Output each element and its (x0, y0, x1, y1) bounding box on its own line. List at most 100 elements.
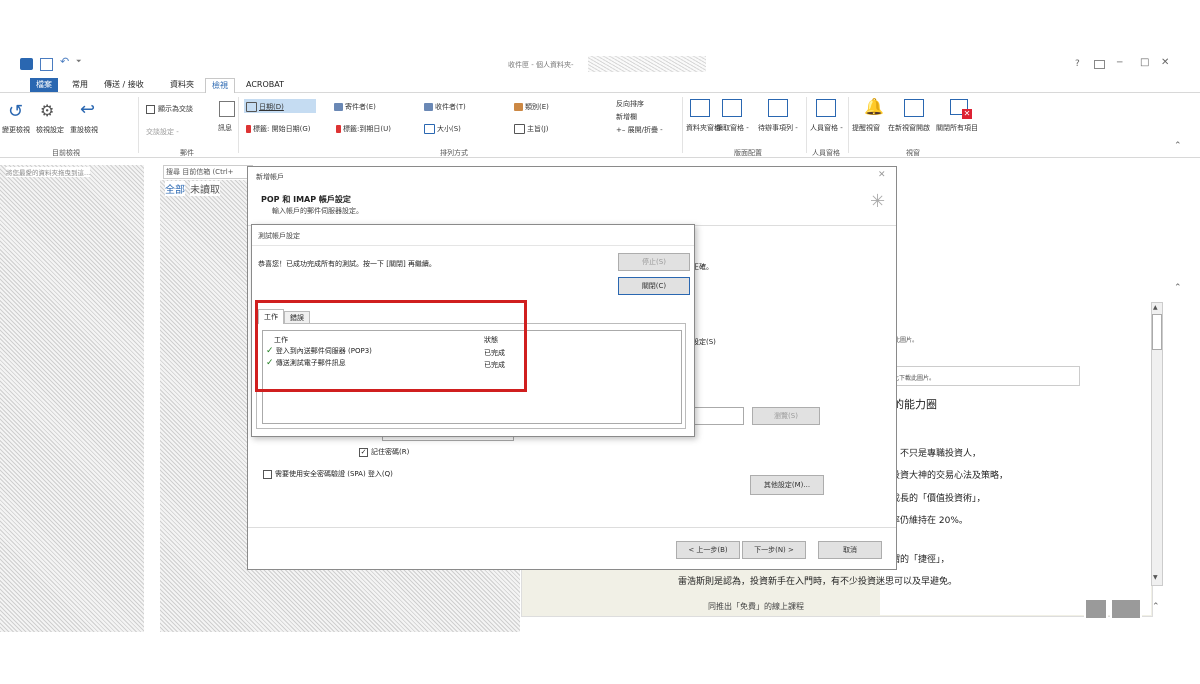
window-title: 收件匣 - 個人資料夾- (508, 61, 574, 69)
group-people-pane: 人員窗格 (812, 149, 840, 157)
close-window-button[interactable]: ✕ (1161, 57, 1169, 68)
show-as-conversations-checkbox[interactable]: 顯示為交談 (146, 104, 193, 114)
tab-file[interactable]: 檔案 (30, 78, 58, 92)
categories-icon (514, 103, 523, 111)
maximize-button[interactable]: □ (1140, 57, 1149, 68)
message-preview-icon (219, 101, 235, 117)
people-avatar (1110, 598, 1142, 620)
ribbon-separator (848, 97, 849, 153)
group-arrangement: 排列方式 (440, 149, 468, 157)
tab-acrobat[interactable]: ACROBAT (240, 78, 290, 92)
view-settings-button[interactable]: 檢視設定 (36, 125, 64, 135)
open-new-window-button[interactable]: 在新視窗開啟 (888, 123, 930, 133)
arrange-by-flag-start[interactable]: 標籤: 開始日期(G) (246, 124, 310, 134)
folder-pane-hint: 將您最愛的資料夾拖曳到這... (6, 167, 91, 177)
people-pane-icon (816, 99, 836, 117)
close-all-items-button[interactable]: 關閉所有項目 (936, 123, 978, 133)
reading-pane-button[interactable]: 讀取窗格 - (716, 123, 749, 133)
close-button[interactable]: 關閉(C) (618, 277, 690, 295)
change-view-icon: ↺ (8, 101, 24, 122)
minimize-button[interactable]: ─ (1117, 58, 1122, 68)
undo-icon[interactable]: ↶ (60, 55, 69, 68)
save-icon[interactable] (40, 58, 53, 71)
reset-view-button[interactable]: 重設檢視 (70, 125, 98, 135)
title-bar: ↶ ⏷ 收件匣 - 個人資料夾- ? ─ □ ✕ (0, 50, 1200, 78)
group-layout: 版面配置 (734, 149, 762, 157)
bell-icon: 🔔 (864, 97, 884, 116)
ribbon-separator (138, 97, 139, 153)
add-account-heading: POP 和 IMAP 帳戶設定 (261, 195, 351, 204)
tab-view[interactable]: 檢視 (205, 78, 235, 93)
reading-p7: 同推出「免費」的線上課程 (708, 602, 804, 611)
filter-all[interactable]: 全部 (165, 181, 185, 196)
title-redacted (588, 56, 706, 72)
bg-text-settings: 設定(S) (692, 338, 716, 346)
expand-people-pane-icon[interactable]: ⌃ (1152, 602, 1160, 612)
arrange-by-to[interactable]: 收件者(T) (424, 102, 466, 112)
todo-bar-icon (768, 99, 788, 117)
reverse-sort-button[interactable]: 反向排序 (616, 99, 644, 109)
arrange-by-subject[interactable]: 主旨(J) (514, 124, 549, 134)
people-icon (334, 103, 343, 111)
arrange-by-categories[interactable]: 類別(E) (514, 102, 549, 112)
more-settings-button[interactable]: 其他設定(M)... (750, 475, 824, 495)
help-button[interactable]: ? (1075, 59, 1080, 69)
tab-send-receive[interactable]: 傳送 / 接收 (98, 78, 150, 92)
flag-icon (336, 125, 341, 133)
todo-bar-button[interactable]: 待辦事項列 - (758, 123, 798, 133)
message-preview-button[interactable]: 訊息 (218, 123, 232, 133)
group-messages: 郵件 (180, 149, 194, 157)
browse-button[interactable]: 瀏覽(S) (752, 407, 820, 425)
arrange-by-from[interactable]: 寄件者(E) (334, 102, 376, 112)
collapse-ribbon-icon[interactable]: ⌃ (1174, 141, 1182, 151)
qat-customize-icon[interactable]: ⏷ (76, 57, 82, 66)
subject-icon (514, 124, 525, 134)
reminders-window-button[interactable]: 提醒視窗 (852, 123, 880, 133)
expand-collapse-button[interactable]: +– 展開/折疊 - (616, 125, 663, 135)
scroll-down-arrow-icon[interactable]: ▼ (1153, 574, 1158, 581)
arrange-by-size[interactable]: 大小(S) (424, 124, 461, 134)
reading-expand-icon[interactable]: ⌃ (1174, 283, 1182, 293)
filter-unread[interactable]: 未讀取 (190, 181, 220, 196)
test-success-message: 恭喜您！已成功完成所有的測試。按一下 [關閉] 再繼續。 (258, 260, 436, 268)
reading-p3: 定成長的「價值投資術」， (882, 494, 986, 504)
group-current-view: 目前檢視 (52, 149, 80, 157)
title-divider (252, 245, 694, 246)
wizard-sparkle-icon: ✳ (870, 191, 886, 212)
cancel-button[interactable]: 取消 (818, 541, 882, 559)
search-input[interactable]: 搜尋 目前信箱 (Ctrl+ (163, 165, 253, 179)
people-avatar (1084, 598, 1108, 620)
add-columns-button[interactable]: 新增欄 (616, 112, 637, 122)
tab-folder[interactable]: 資料夾 (164, 78, 200, 92)
flag-icon (246, 125, 251, 133)
add-account-close-icon[interactable]: ✕ (878, 170, 886, 180)
reset-view-icon: ↩ (80, 99, 96, 120)
people-pane-button[interactable]: 人員窗格 - (810, 123, 843, 133)
ribbon-display-icon[interactable] (1094, 60, 1105, 69)
tab-tasks[interactable]: 工作 (258, 309, 284, 324)
ribbon-separator (806, 97, 807, 153)
highlight-box (255, 300, 527, 392)
conversation-settings-button[interactable]: 交談設定 - (146, 127, 179, 137)
ribbon-separator (682, 97, 683, 153)
calendar-icon (246, 102, 257, 112)
stop-button[interactable]: 停止(S) (618, 253, 690, 271)
close-all-x-icon: ✕ (962, 109, 972, 119)
change-view-button[interactable]: 變更檢視 (2, 125, 30, 135)
scroll-up-arrow-icon[interactable]: ▲ (1153, 304, 1158, 311)
remember-password-checkbox[interactable]: ✓ 記住密碼(R) (359, 447, 409, 457)
scroll-thumb[interactable] (1152, 314, 1162, 350)
tab-home[interactable]: 常用 (66, 78, 94, 92)
add-account-subheading: 輸入帳戶的郵件伺服器設定。 (272, 207, 363, 215)
people-icon (424, 103, 433, 111)
reading-p2: 美投資大神的交易心法及策略， (882, 471, 1009, 481)
arrange-by-date[interactable]: 日期(D) (246, 102, 284, 112)
reading-line-b: 按此下載此圖片。 (884, 366, 1080, 386)
next-button[interactable]: 下一步(N) > (742, 541, 806, 559)
back-button[interactable]: < 上一步(B) (676, 541, 740, 559)
view-settings-icon: ⚙ (40, 101, 55, 120)
folder-pane-icon (690, 99, 710, 117)
bg-text-correct: 正確。 (692, 263, 713, 271)
spa-checkbox[interactable]: 需要使用安全密碼驗證 (SPA) 登入(Q) (263, 469, 393, 479)
arrange-by-flag-due[interactable]: 標籤:到期日(U) (336, 124, 391, 134)
